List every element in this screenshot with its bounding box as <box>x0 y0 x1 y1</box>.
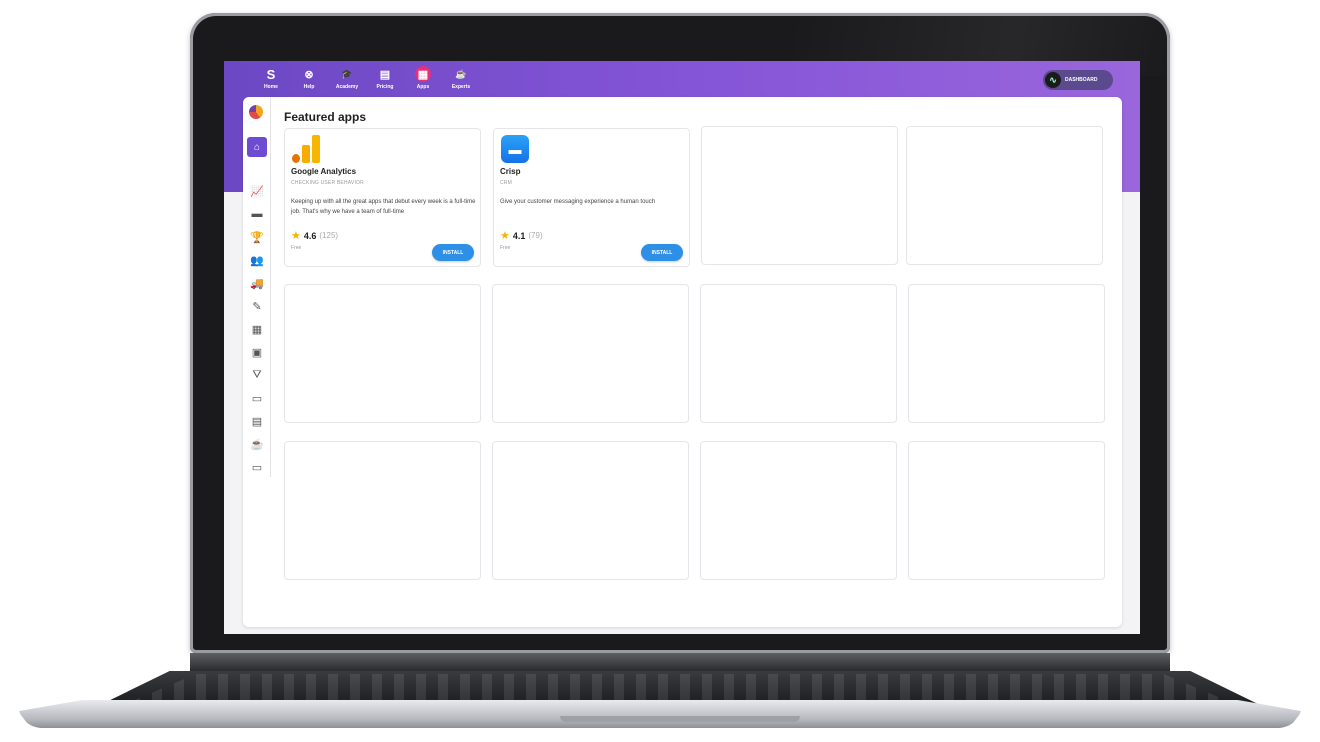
store-icon[interactable]: ▭ <box>249 459 265 475</box>
boxes-icon[interactable]: ▦ <box>249 321 265 337</box>
app-card-placeholder <box>700 441 897 580</box>
app-card-placeholder <box>701 126 898 265</box>
home-logo-icon: S <box>266 66 276 82</box>
laptop-keys <box>130 674 1230 702</box>
sidebar: ⌂ 📈 ▬ 🏆 👥 🚚 ✎ ▦ ▣ ⛛ ▭ ▤ ☕ ▭ <box>243 97 271 477</box>
nav-pricing-label: Pricing <box>376 84 394 90</box>
apps-grid-icon: ▦ <box>415 66 431 82</box>
app-card-placeholder <box>492 441 689 580</box>
app-category: CRM <box>500 180 512 186</box>
ad-icon[interactable]: ▭ <box>249 390 265 406</box>
calculator-icon: ▤ <box>379 68 391 81</box>
nav-academy[interactable]: 🎓 Academy <box>330 66 364 94</box>
nav-experts[interactable]: ☕ Experts <box>444 66 478 94</box>
app-card-placeholder <box>700 284 897 423</box>
rating-count: (79) <box>528 231 543 240</box>
nav-experts-label: Experts <box>451 84 471 90</box>
trophy-icon[interactable]: 🏆 <box>249 229 265 245</box>
nav-apps-label: Apps <box>416 84 430 90</box>
dashboard-label: DASHBOARD <box>1065 77 1098 83</box>
app-price: Free <box>291 245 302 251</box>
app-card-google-analytics[interactable]: Google Analytics CHECKING USER BEHAVIOR … <box>284 128 481 267</box>
app-card-placeholder <box>908 441 1105 580</box>
app-card-placeholder <box>284 284 481 423</box>
app-card-placeholder <box>284 441 481 580</box>
laptop-base <box>18 700 1302 728</box>
dashboard-button[interactable]: ∿ DASHBOARD <box>1043 70 1113 90</box>
coffee-icon: ☕ <box>455 68 467 79</box>
nav-home[interactable]: S Home <box>254 66 288 94</box>
main-panel: ⌂ 📈 ▬ 🏆 👥 🚚 ✎ ▦ ▣ ⛛ ▭ ▤ ☕ ▭ Featured app… <box>243 97 1122 627</box>
nav-home-label: Home <box>264 84 278 90</box>
app-card-crisp[interactable]: ▬ Crisp CRM Give your customer messaging… <box>493 128 690 267</box>
rating-value: 4.6 <box>303 230 317 241</box>
app-rating: ★ 4.1 (79) <box>500 229 543 242</box>
app-description: Keeping up with all the great apps that … <box>291 199 476 215</box>
nav-academy-label: Academy <box>335 84 359 90</box>
cash-register-icon[interactable]: ▣ <box>249 344 265 360</box>
rating-value: 4.1 <box>512 230 526 241</box>
coffee-cup-icon[interactable]: ☕ <box>249 436 265 452</box>
google-analytics-icon <box>292 135 320 163</box>
app-rating: ★ 4.6 (125) <box>291 229 338 242</box>
app-card-placeholder <box>906 126 1103 265</box>
users-group-icon[interactable]: 👥 <box>249 252 265 268</box>
analytics-chart-icon[interactable]: 📈 <box>249 183 265 199</box>
app-category: CHECKING USER BEHAVIOR <box>291 180 364 186</box>
app-card-placeholder <box>908 284 1105 423</box>
wallet-icon[interactable]: ▬ <box>249 206 265 222</box>
magic-wand-icon[interactable]: ✎ <box>249 298 265 314</box>
install-button[interactable]: INSTALL <box>641 244 683 261</box>
nav-help[interactable]: ⊗ Help <box>292 66 326 94</box>
nav-help-label: Help <box>303 84 315 90</box>
rating-count: (125) <box>319 231 339 240</box>
app-card-placeholder <box>492 284 689 423</box>
dashboard-wave-icon: ∿ <box>1045 72 1061 88</box>
install-button[interactable]: INSTALL <box>432 244 474 261</box>
app-description: Give your customer messaging experience … <box>500 199 656 205</box>
star-icon: ★ <box>500 230 510 242</box>
sidebar-home-icon[interactable]: ⌂ <box>247 137 267 157</box>
laptop-hinge <box>190 653 1170 671</box>
star-icon: ★ <box>291 230 301 242</box>
truck-icon[interactable]: 🚚 <box>249 275 265 291</box>
crisp-icon: ▬ <box>501 135 529 163</box>
app-name: Crisp <box>500 167 521 176</box>
laptop-notch <box>560 716 800 722</box>
page-title: Featured apps <box>284 110 367 124</box>
graduation-cap-icon: 🎓 <box>341 68 353 79</box>
brand-logo-icon[interactable] <box>249 105 263 119</box>
id-badge-icon[interactable]: ▤ <box>249 413 265 429</box>
top-nav: S Home ⊗ Help 🎓 Academy ▤ Pricing ▦ Apps… <box>254 66 478 94</box>
help-icon: ⊗ <box>304 68 314 81</box>
app-name: Google Analytics <box>291 167 357 176</box>
nav-apps[interactable]: ▦ Apps <box>406 66 440 94</box>
nav-pricing[interactable]: ▤ Pricing <box>368 66 402 94</box>
app-price: Free <box>500 245 511 251</box>
filter-icon[interactable]: ⛛ <box>249 367 265 383</box>
sidebar-icons: 📈 ▬ 🏆 👥 🚚 ✎ ▦ ▣ ⛛ ▭ ▤ ☕ ▭ <box>249 183 265 475</box>
laptop-screen: S Home ⊗ Help 🎓 Academy ▤ Pricing ▦ Apps… <box>224 61 1140 634</box>
